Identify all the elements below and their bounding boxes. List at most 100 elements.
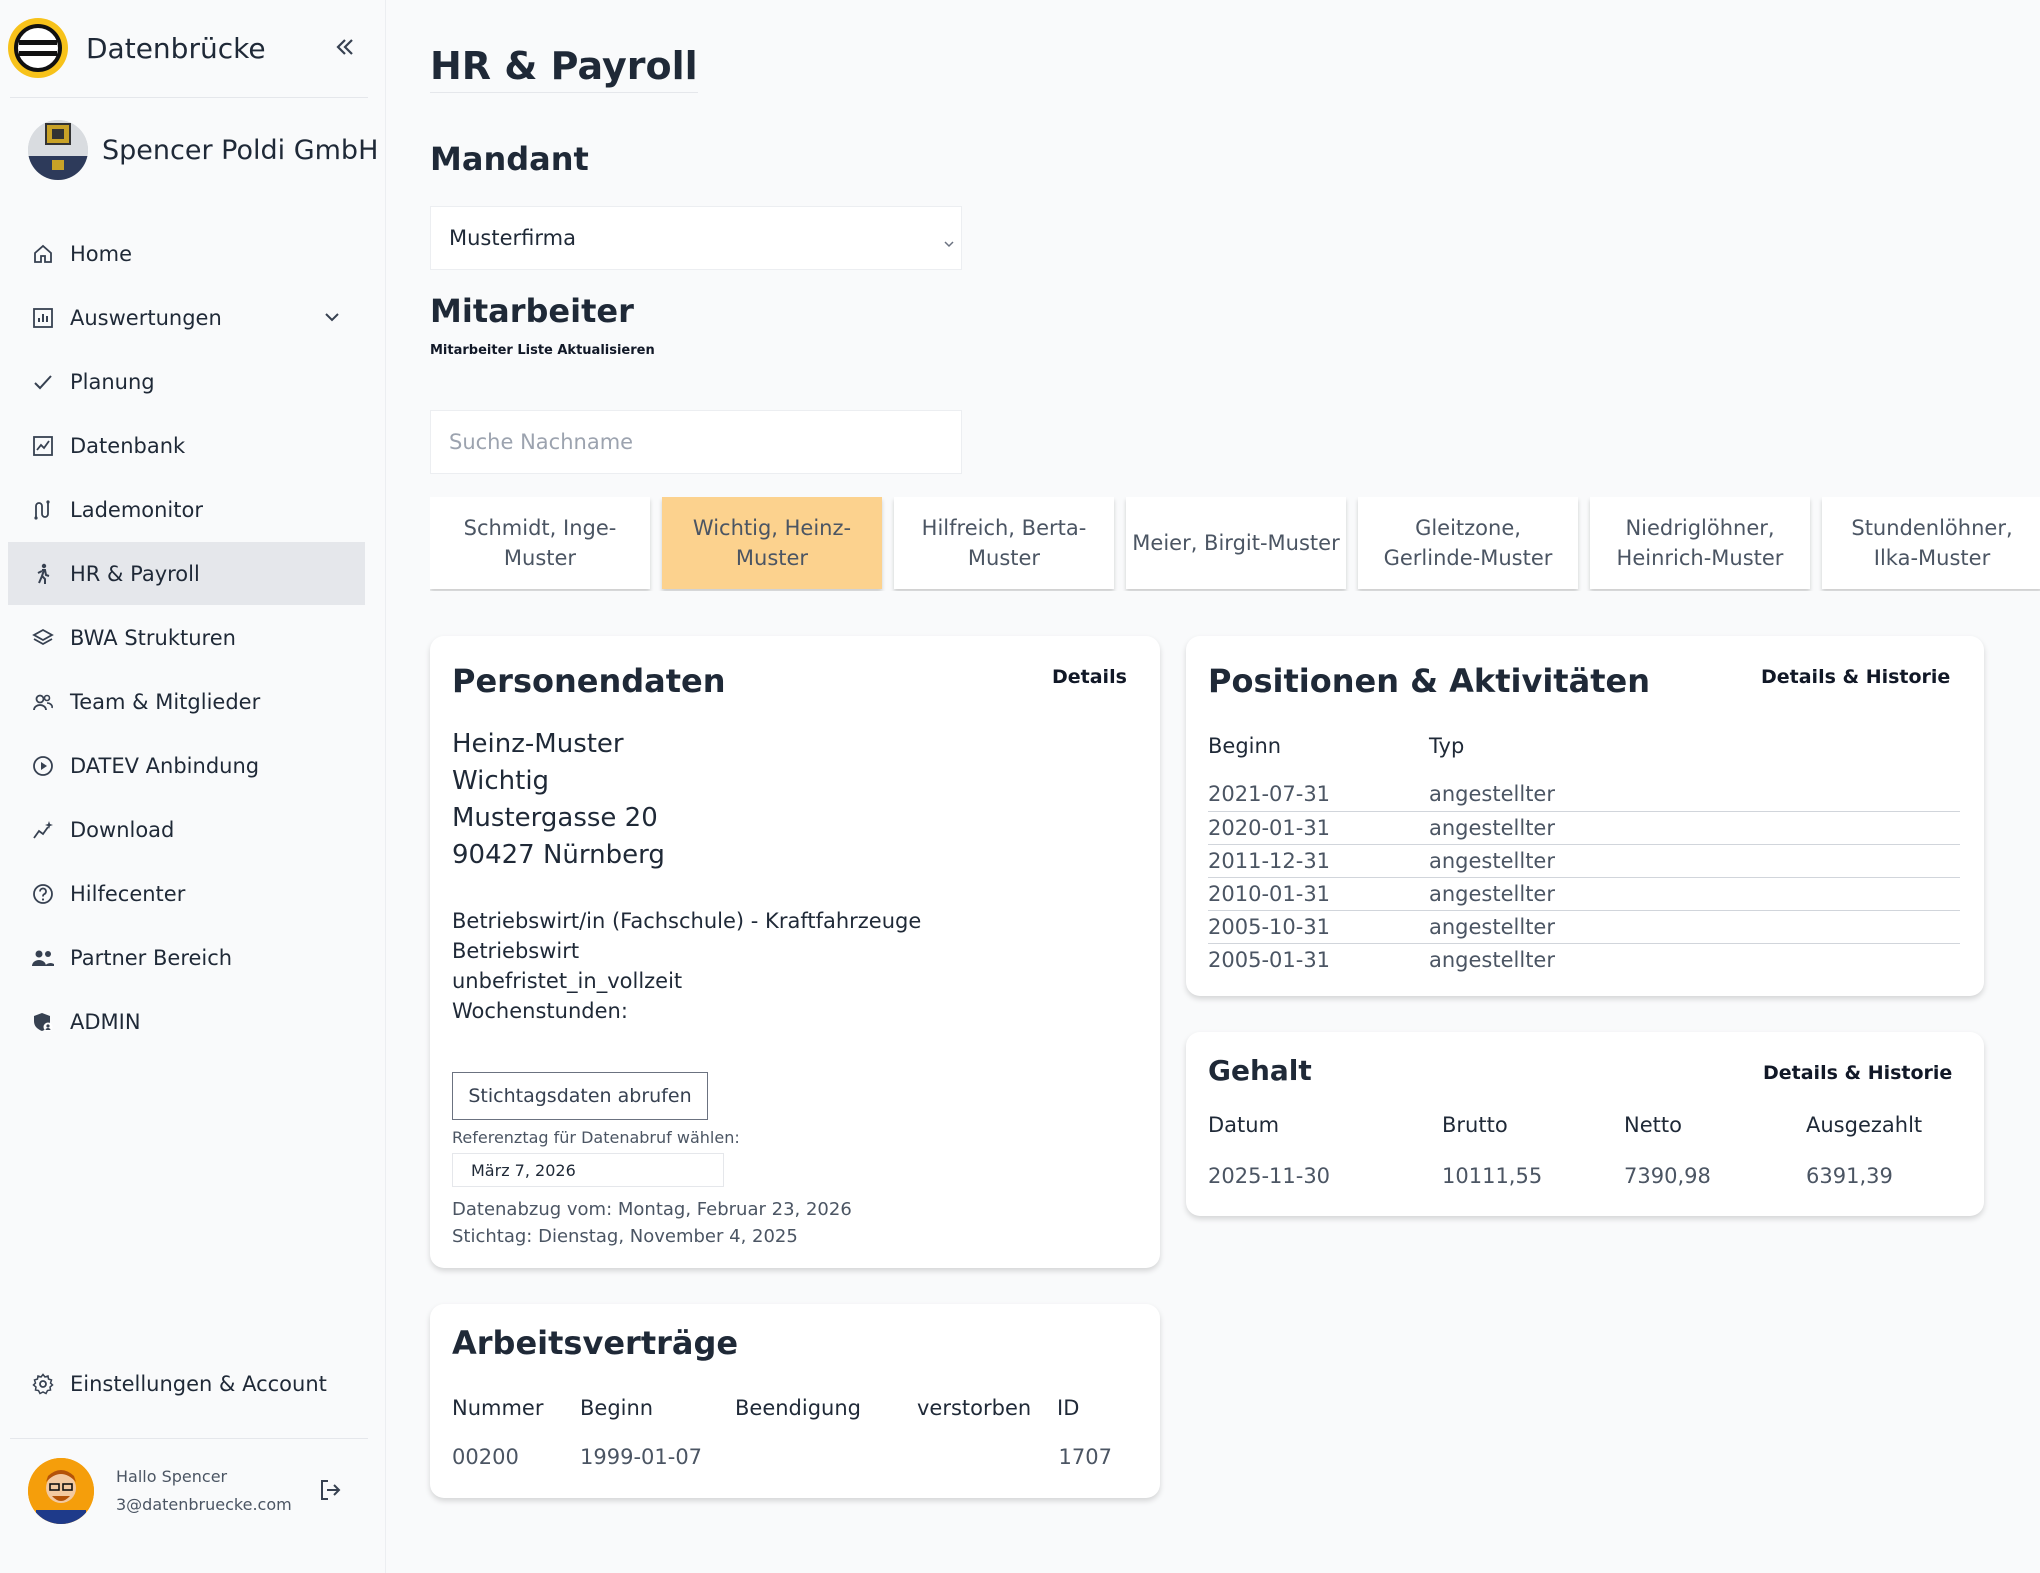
- sidebar-item-partner[interactable]: Partner Bereich: [8, 926, 365, 989]
- sidebar-item-download[interactable]: Download: [8, 798, 365, 861]
- cell: 10111,55: [1442, 1164, 1543, 1188]
- cell: [917, 1430, 1057, 1484]
- org-switcher[interactable]: Spencer Poldi GmbH: [28, 120, 378, 180]
- cell: 2025-11-30: [1208, 1164, 1331, 1188]
- chevron-down-icon: [943, 231, 955, 255]
- person-weekly-hours: Wochenstunden:: [452, 999, 628, 1023]
- sidebar-item-team[interactable]: Team & Mitglieder: [8, 670, 365, 733]
- salary-details-link[interactable]: Details & Historie: [1763, 1062, 1952, 1084]
- person-city: 90427 Nürnberg: [452, 840, 665, 870]
- column-header: ID: [1057, 1396, 1080, 1420]
- search-input[interactable]: [430, 410, 962, 474]
- sidebar-item-label: BWA Strukturen: [70, 625, 236, 650]
- settings-label: Einstellungen & Account: [70, 1372, 327, 1396]
- sidebar-item-label: DATEV Anbindung: [70, 753, 260, 778]
- person-first-name: Heinz-Muster: [452, 729, 624, 759]
- chart-icon: [30, 305, 56, 331]
- team-icon: [30, 689, 56, 715]
- sidebar-item-hilfecenter[interactable]: Hilfecenter: [8, 862, 365, 925]
- fetch-cutoff-data-button[interactable]: Stichtagsdaten abrufen: [452, 1072, 708, 1120]
- employee-tab[interactable]: Niedriglöhner, Heinrich-Muster: [1590, 497, 1810, 589]
- person-details-link[interactable]: Details: [1052, 666, 1127, 688]
- logout-button[interactable]: [314, 1474, 346, 1506]
- cell: 2020-01-31: [1208, 811, 1429, 845]
- shield-user-icon: [30, 1009, 56, 1035]
- salary-card-title: Gehalt: [1208, 1054, 1312, 1087]
- cell: 2005-10-31: [1208, 910, 1429, 944]
- column-header: Beginn: [580, 1396, 654, 1420]
- cutoff-date: Stichtag: Dienstag, November 4, 2025: [452, 1226, 798, 1247]
- sidebar-item-auswertungen[interactable]: Auswertungen: [8, 286, 365, 349]
- user-profile[interactable]: Hallo Spencer 3@datenbruecke.com: [28, 1458, 292, 1524]
- positions-card-title: Positionen & Aktivitäten: [1208, 662, 1650, 700]
- help-icon: [30, 881, 56, 907]
- employee-tab[interactable]: Stundenlöhner, Ilka-Muster: [1822, 497, 2040, 589]
- column-header: Brutto: [1442, 1113, 1508, 1137]
- sidebar-item-datenbank[interactable]: Datenbank: [8, 414, 365, 477]
- column-header: Typ: [1429, 734, 1465, 758]
- sidebar-item-label: Lademonitor: [70, 497, 203, 522]
- employee-tabs: Schmidt, Inge-Muster Wichtig, Heinz-Must…: [430, 497, 2040, 591]
- person-last-name: Wichtig: [452, 766, 550, 796]
- employee-tab[interactable]: Hilfreich, Berta-Muster: [894, 497, 1114, 589]
- partner-icon: [30, 945, 56, 971]
- divider: [10, 1438, 368, 1439]
- divider: [10, 97, 368, 98]
- mandant-select[interactable]: Musterfirma: [430, 206, 962, 270]
- sidebar-item-label: Auswertungen: [70, 305, 222, 330]
- check-icon: [30, 369, 56, 395]
- brand-name: Datenbrücke: [86, 31, 266, 65]
- sidebar-item-label: Hilfecenter: [70, 881, 186, 906]
- main-content: HR & Payroll Mandant Musterfirma Mitarbe…: [386, 0, 2040, 1573]
- avatar: [28, 1458, 94, 1524]
- sidebar-item-settings[interactable]: Einstellungen & Account: [8, 1354, 365, 1414]
- salary-card: Gehalt Details & Historie Datum Brutto N…: [1186, 1032, 1984, 1216]
- table-row: 2021-07-31 angestellter: [1208, 768, 1960, 812]
- column-header: Beginn: [1208, 734, 1282, 758]
- employee-tab[interactable]: Schmidt, Inge-Muster: [430, 497, 650, 589]
- home-icon: [30, 241, 56, 267]
- ref-date-label: Referenztag für Datenabruf wählen:: [452, 1128, 740, 1147]
- table-row: 2011-12-31 angestellter: [1208, 844, 1960, 878]
- employee-tab[interactable]: Meier, Birgit-Muster: [1126, 497, 1346, 589]
- sidebar-item-label: Home: [70, 241, 133, 266]
- table-row: 2005-01-31 angestellter: [1208, 943, 1960, 976]
- sidebar-item-datev[interactable]: DATEV Anbindung: [8, 734, 365, 797]
- sidebar-item-planung[interactable]: Planung: [8, 350, 365, 413]
- salary-table: Datum Brutto Netto Ausgezahlt 2025-11-30…: [1208, 1102, 1938, 1204]
- org-logo-icon: [28, 120, 88, 180]
- sidebar-item-lademonitor[interactable]: Lademonitor: [8, 478, 365, 541]
- positions-table: Beginn Typ 2021-07-31 angestellter 2020-…: [1208, 724, 1960, 976]
- sidebar-item-home[interactable]: Home: [8, 222, 365, 285]
- refresh-employees-link[interactable]: Mitarbeiter Liste Aktualisieren: [430, 343, 655, 358]
- chevron-down-icon[interactable]: [323, 307, 341, 331]
- sidebar-nav: Home Auswertungen Planung Datenbank Lade…: [8, 222, 365, 1054]
- org-name: Spencer Poldi GmbH: [102, 134, 379, 166]
- sidebar-item-label: Partner Bereich: [70, 945, 233, 970]
- cell: 7390,98: [1624, 1164, 1711, 1188]
- cell: angestellter: [1429, 910, 1960, 944]
- employee-tab-active[interactable]: Wichtig, Heinz-Muster: [662, 497, 882, 589]
- ref-date-input[interactable]: März 7, 2026: [452, 1153, 724, 1187]
- collapse-sidebar-button[interactable]: [328, 30, 362, 64]
- sidebar-item-label: ADMIN: [70, 1009, 141, 1034]
- cell: angestellter: [1429, 811, 1960, 845]
- layers-icon: [30, 625, 56, 651]
- sidebar: Datenbrücke Spencer Poldi GmbH Home Ausw…: [0, 0, 386, 1573]
- sidebar-item-hr-payroll[interactable]: HR & Payroll: [8, 542, 365, 605]
- sidebar-item-bwa-strukturen[interactable]: BWA Strukturen: [8, 606, 365, 669]
- brand[interactable]: Datenbrücke: [8, 16, 370, 80]
- cell: 2011-12-31: [1208, 844, 1429, 878]
- positions-details-link[interactable]: Details & Historie: [1761, 666, 1950, 688]
- cell: 2010-01-31: [1208, 877, 1429, 911]
- double-chevron-left-icon: [336, 39, 353, 55]
- sidebar-item-label: Download: [70, 817, 175, 842]
- person-education: Betriebswirt/in (Fachschule) - Kraftfahr…: [452, 909, 922, 933]
- employees-heading: Mitarbeiter: [430, 292, 634, 330]
- positions-card: Positionen & Aktivitäten Details & Histo…: [1186, 636, 1984, 996]
- employee-tab[interactable]: Gleitzone, Gerlinde-Muster: [1358, 497, 1578, 589]
- person-street: Mustergasse 20: [452, 803, 658, 833]
- sidebar-item-admin[interactable]: ADMIN: [8, 990, 365, 1053]
- sidebar-item-label: HR & Payroll: [70, 561, 200, 586]
- gear-icon: [30, 1371, 56, 1397]
